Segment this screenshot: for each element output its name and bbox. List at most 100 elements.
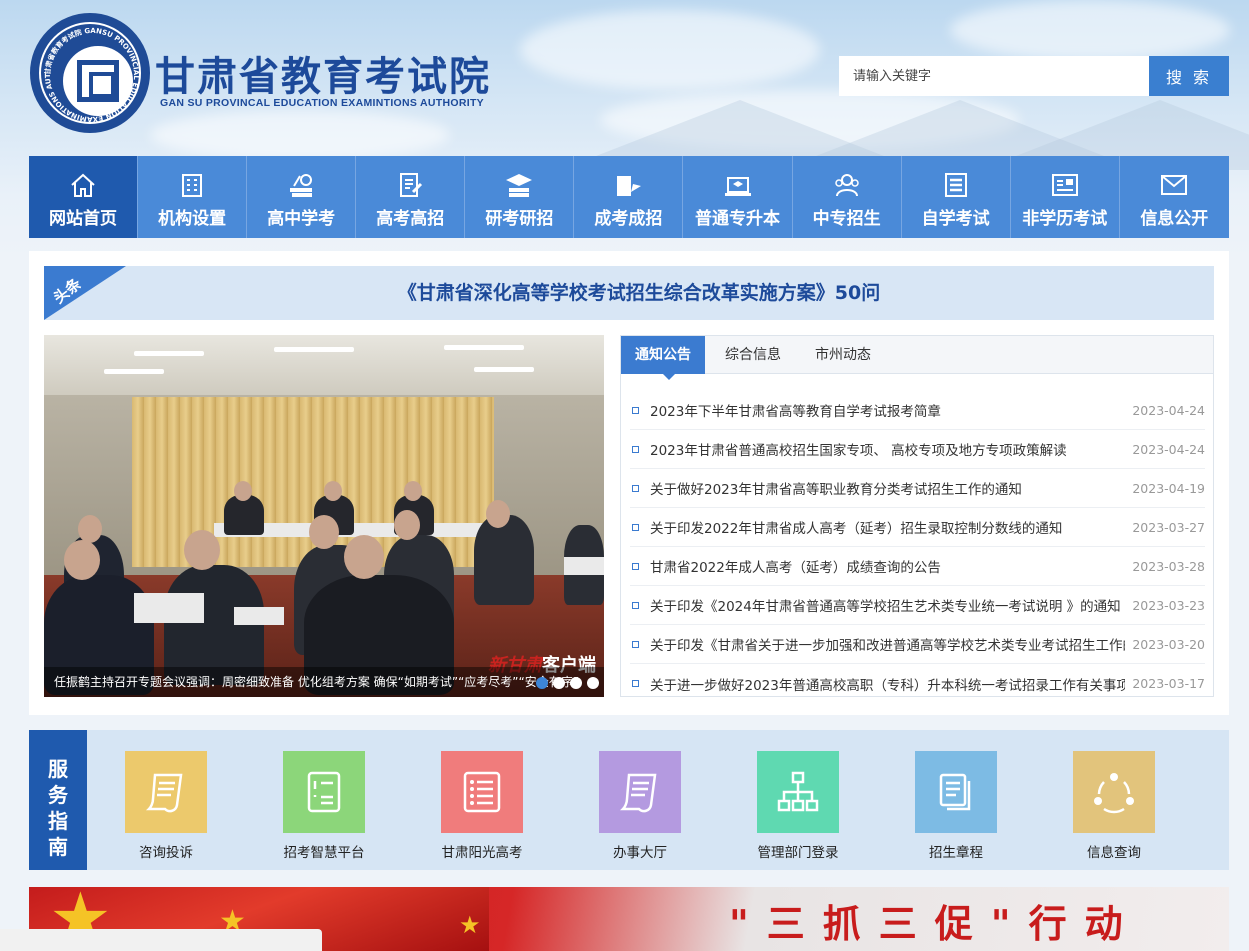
building-icon xyxy=(182,174,203,197)
nav-label: 高考高招 xyxy=(376,209,445,229)
org-chart-icon xyxy=(757,751,839,833)
nav-item-college-entrance[interactable]: 高考高招 xyxy=(356,156,466,238)
star-icon: ★ xyxy=(459,911,481,939)
logo-emblem[interactable]: 甘肃省教育考试院 GANSU PROVINCIAL EDUCATION EXAM… xyxy=(30,13,150,133)
bullet-icon xyxy=(632,523,639,531)
news-date: 2023-04-24 xyxy=(1132,441,1205,457)
service-admission-rules[interactable]: 招生章程 xyxy=(891,751,1021,863)
list-icon xyxy=(441,751,523,833)
nav-item-non-degree[interactable]: 非学历考试 xyxy=(1011,156,1120,238)
service-label: 信息查询 xyxy=(1087,845,1141,861)
slider-dot[interactable] xyxy=(553,677,565,689)
id-card-icon xyxy=(1051,174,1078,196)
news-item[interactable]: 关于做好2023年甘肃省高等职业教育分类考试招生工作的通知 2023-04-19 xyxy=(630,469,1205,508)
news-item[interactable]: 2023年甘肃省普通高校招生国家专项、 高校专项及地方专项政策解读 2023-04… xyxy=(630,430,1205,469)
news-title[interactable]: 甘肃省2022年成人高考（延考）成绩查询的公告 xyxy=(650,556,1125,576)
nav-label: 信息公开 xyxy=(1140,209,1209,229)
home-icon xyxy=(71,173,95,197)
nav-item-high-school-exam[interactable]: 高中学考 xyxy=(247,156,357,238)
nav-label: 成考成招 xyxy=(594,209,663,229)
nav-item-info-disclosure[interactable]: 信息公开 xyxy=(1120,156,1229,238)
nav-label: 中专招生 xyxy=(812,209,881,229)
tab-notices[interactable]: 通知公告 xyxy=(621,336,705,380)
nav-label: 研考研招 xyxy=(485,209,554,229)
nav-item-upgrade-bachelor[interactable]: 普通专升本 xyxy=(683,156,793,238)
nav-label: 机构设置 xyxy=(158,209,227,229)
nav-label: 非学历考试 xyxy=(1022,209,1108,229)
news-item[interactable]: 关于印发《甘肃省关于进一步加强和改进普通高等学校艺术类专业考试招生工作的实施方案… xyxy=(630,625,1205,664)
service-label: 甘肃阳光高考 xyxy=(441,845,523,861)
nav-item-adult-exam[interactable]: 成考成招 xyxy=(574,156,684,238)
service-label: 招考智慧平台 xyxy=(283,845,365,861)
slider-dot[interactable] xyxy=(570,677,582,689)
news-title[interactable]: 2023年甘肃省普通高校招生国家专项、 高校专项及地方专项政策解读 xyxy=(650,439,1125,459)
news-title[interactable]: 关于印发《2024年甘肃省普通高等学校招生艺术类专业统一考试说明 》的通知 xyxy=(650,595,1125,615)
news-date: 2023-03-23 xyxy=(1132,597,1205,613)
news-title[interactable]: 关于做好2023年甘肃省高等职业教育分类考试招生工作的通知 xyxy=(650,478,1125,498)
service-sunshine-exam[interactable]: 甘肃阳光高考 xyxy=(417,751,547,863)
news-date: 2023-04-24 xyxy=(1132,402,1205,418)
books-icon xyxy=(290,174,313,197)
nav-label: 网站首页 xyxy=(49,209,118,229)
service-smart-platform[interactable]: 招考智慧平台 xyxy=(259,751,389,863)
search-button[interactable]: 搜 索 xyxy=(1149,56,1229,96)
news-title[interactable]: 关于进一步做好2023年普通高校高职（专科）升本科统一考试招录工作有关事项的通知 xyxy=(650,674,1125,694)
nav-item-graduate-exam[interactable]: 研考研招 xyxy=(465,156,575,238)
pen-paper-icon xyxy=(400,173,423,197)
main-nav: 网站首页 机构设置 高中学考 高考高招 研考研招 成考成招 普通专升本 中专招生… xyxy=(29,156,1229,238)
site-subtitle: GAN SU PROVINCAL EDUCATION EXAMINTIONS A… xyxy=(160,97,484,109)
laptop-cap-icon xyxy=(724,177,751,196)
nav-item-vocational[interactable]: 中专招生 xyxy=(793,156,902,238)
scroll-icon xyxy=(125,751,207,833)
headline-title[interactable]: 《甘肃省深化高等学校考试招生综合改革实施方案》50问 xyxy=(44,266,1214,320)
news-item[interactable]: 关于印发2022年甘肃省成人高考（延考）招生录取控制分数线的通知 2023-03-… xyxy=(630,508,1205,547)
book-pen-icon xyxy=(617,176,642,196)
news-date: 2023-03-27 xyxy=(1132,519,1205,535)
horizontal-scrollbar[interactable] xyxy=(0,929,322,951)
news-item[interactable]: 2023年下半年甘肃省高等教育自学考试报考简章 2023-04-24 xyxy=(630,391,1205,430)
envelope-icon xyxy=(1161,175,1188,195)
news-item[interactable]: 甘肃省2022年成人高考（延考）成绩查询的公告 2023-03-28 xyxy=(630,547,1205,586)
news-title[interactable]: 关于印发《甘肃省关于进一步加强和改进普通高等学校艺术类专业考试招生工作的实施方案… xyxy=(650,634,1125,654)
news-title[interactable]: 2023年下半年甘肃省高等教育自学考试报考简章 xyxy=(650,400,1125,420)
nav-label: 自学考试 xyxy=(921,209,990,229)
service-label: 招生章程 xyxy=(929,845,983,861)
news-item[interactable]: 关于印发《2024年甘肃省普通高等学校招生艺术类专业统一考试说明 》的通知 202… xyxy=(630,586,1205,625)
bullet-icon xyxy=(632,445,639,453)
bullet-icon xyxy=(632,406,639,414)
slider-dot[interactable] xyxy=(587,677,599,689)
bullet-icon xyxy=(632,484,639,492)
service-admin-login[interactable]: 管理部门登录 xyxy=(733,751,863,863)
graduation-cap-icon xyxy=(506,174,533,197)
slider-dots xyxy=(536,677,599,689)
news-tabs: 通知公告 综合信息 市州动态 xyxy=(621,336,1213,380)
bullet-icon xyxy=(632,601,639,609)
tab-city-news[interactable]: 市州动态 xyxy=(801,336,885,374)
checklist-icon xyxy=(283,751,365,833)
news-date: 2023-03-28 xyxy=(1132,558,1205,574)
service-label: 管理部门登录 xyxy=(757,845,839,861)
service-consult[interactable]: 咨询投诉 xyxy=(101,751,231,863)
site-title[interactable]: 甘肃省教育考试院 xyxy=(155,44,491,102)
slider-caption[interactable]: 任振鹤主持召开专题会议强调：周密细致准备 优化组考方案 确保“如期考试”“应考尽… xyxy=(44,667,604,697)
tab-general-info[interactable]: 综合信息 xyxy=(711,336,795,374)
news-item[interactable]: 关于进一步做好2023年普通高校高职（专科）升本科统一考试招录工作有关事项的通知… xyxy=(630,664,1205,703)
documents-icon xyxy=(915,751,997,833)
slider-dot[interactable] xyxy=(536,677,548,689)
search-input[interactable] xyxy=(839,56,1149,96)
news-panel: 通知公告 综合信息 市州动态 2023年下半年甘肃省高等教育自学考试报考简章 20… xyxy=(620,335,1214,697)
news-date: 2023-03-17 xyxy=(1132,676,1205,691)
document-list-icon xyxy=(944,173,967,197)
bullet-icon xyxy=(632,680,639,687)
nav-item-organization[interactable]: 机构设置 xyxy=(138,156,248,238)
news-slider[interactable]: 新甘肃客户端 任振鹤主持召开专题会议强调：周密细致准备 优化组考方案 确保“如期… xyxy=(44,335,604,697)
news-date: 2023-03-20 xyxy=(1132,636,1205,652)
service-hall[interactable]: 办事大厅 xyxy=(575,751,705,863)
nav-item-home[interactable]: 网站首页 xyxy=(29,156,139,238)
news-title[interactable]: 关于印发2022年甘肃省成人高考（延考）招生录取控制分数线的通知 xyxy=(650,517,1125,537)
service-guide-tag: 服务指南 xyxy=(29,730,87,870)
service-info-query[interactable]: 信息查询 xyxy=(1049,751,1179,863)
bullet-icon xyxy=(632,640,639,648)
nav-label: 高中学考 xyxy=(267,209,336,229)
nav-item-self-study[interactable]: 自学考试 xyxy=(902,156,1011,238)
